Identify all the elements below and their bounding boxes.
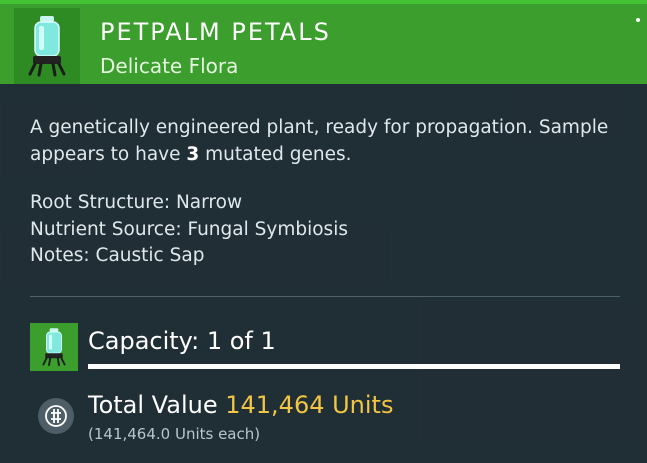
corner-dot	[636, 18, 640, 22]
bio-container-icon	[42, 328, 66, 367]
total-value-label: Total Value	[88, 391, 218, 419]
bio-container-icon	[28, 16, 66, 77]
item-category: Delicate Flora	[100, 54, 239, 78]
item-properties: Root Structure: Narrow Nutrient Source: …	[30, 190, 348, 270]
capacity-bar	[88, 364, 620, 369]
property-notes: Notes: Caustic Sap	[30, 245, 205, 266]
property-root-structure: Root Structure: Narrow	[30, 192, 243, 213]
units-symbol	[45, 405, 67, 427]
unit-value-each: (141,464.0 Units each)	[88, 425, 261, 443]
total-value: Total Value 141,464 Units	[88, 391, 393, 419]
capacity-label: Capacity: 1 of 1	[88, 327, 276, 355]
tooltip-header: PETPALM PETALS Delicate Flora	[0, 0, 647, 84]
item-tooltip: PETPALM PETALS Delicate Flora A genetica…	[0, 0, 647, 463]
item-description: A genetically engineered plant, ready fo…	[30, 114, 620, 168]
total-value-amount: 141,464 Units	[225, 391, 394, 419]
item-icon-frame	[14, 8, 80, 84]
item-name: PETPALM PETALS	[100, 18, 331, 46]
property-nutrient-source: Nutrient Source: Fungal Symbiosis	[30, 218, 348, 240]
capacity-item-icon-frame	[30, 323, 78, 371]
units-currency-icon	[38, 398, 74, 434]
description-text-end: mutated genes.	[199, 144, 352, 165]
mutated-gene-count: 3	[186, 144, 200, 165]
divider	[30, 296, 620, 297]
